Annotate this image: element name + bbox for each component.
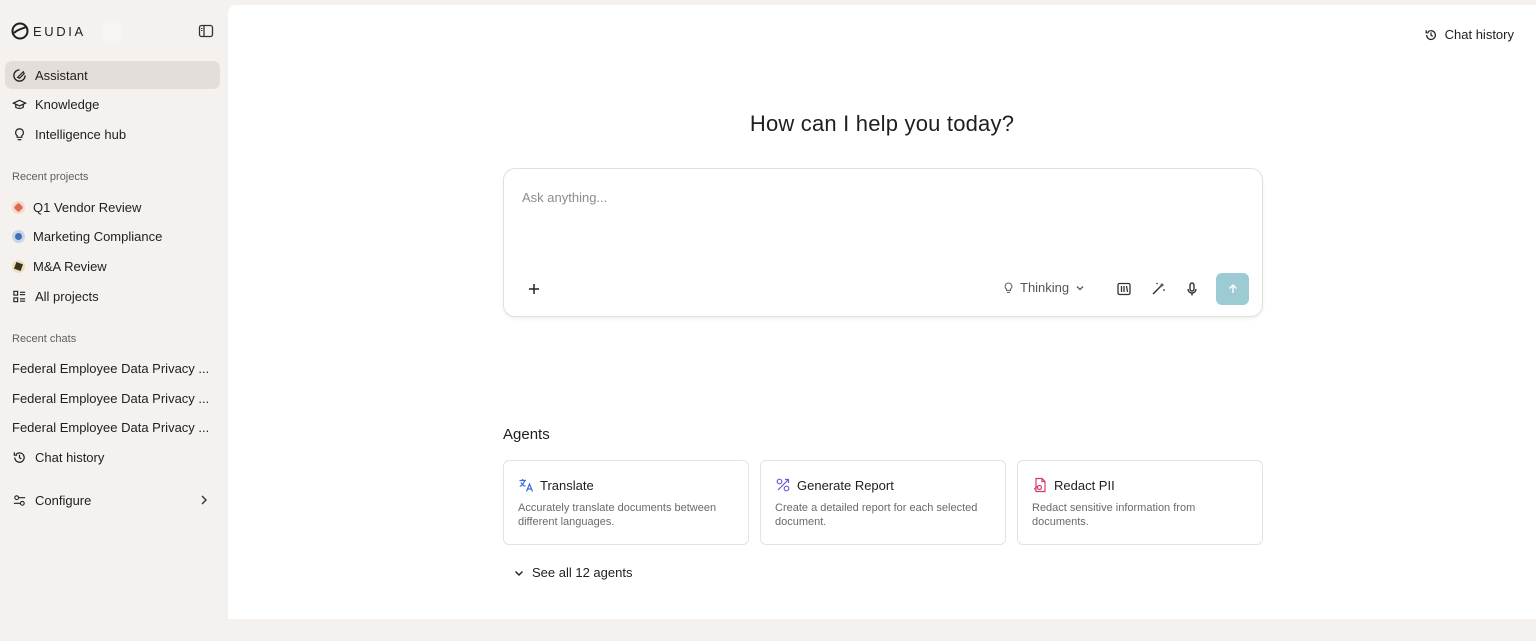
history-icon bbox=[13, 451, 25, 463]
brand-row: EUDIA bbox=[11, 20, 217, 44]
see-all-agents-label: See all 12 agents bbox=[532, 565, 633, 580]
main-panel: Chat history How can I help you today? T… bbox=[228, 5, 1536, 619]
agent-card-translate[interactable]: Translate Accurately translate documents… bbox=[503, 460, 749, 545]
project-label: Q1 Vendor Review bbox=[33, 199, 142, 215]
chat-history-button-label: Chat history bbox=[1444, 27, 1514, 42]
sidebar: EUDIA Assistant Knowledge Intelligence h… bbox=[0, 0, 228, 641]
agent-card-redact-pii[interactable]: Redact PII Redact sensitive information … bbox=[1017, 460, 1263, 545]
recent-chat-item[interactable]: Federal Employee Data Privacy ... bbox=[12, 391, 217, 406]
project-label: M&A Review bbox=[33, 258, 107, 274]
workspace-avatar[interactable] bbox=[101, 21, 123, 43]
send-button[interactable] bbox=[1216, 273, 1249, 305]
nav-item-assistant[interactable]: Assistant bbox=[5, 61, 220, 89]
magic-wand-icon[interactable] bbox=[1150, 281, 1166, 297]
chat-history-button[interactable]: Chat history bbox=[1424, 27, 1514, 42]
project-avatar bbox=[12, 229, 25, 243]
attach-plus-icon[interactable] bbox=[526, 281, 542, 297]
nav-item-knowledge[interactable]: Knowledge bbox=[5, 90, 220, 118]
all-projects-link[interactable]: All projects bbox=[5, 282, 220, 310]
eudia-logo-icon bbox=[11, 22, 29, 40]
thinking-mode-dropdown[interactable]: Thinking bbox=[1002, 280, 1086, 295]
translate-icon bbox=[519, 479, 534, 492]
configure-item[interactable]: Configure bbox=[5, 486, 220, 514]
recent-chats-heading: Recent chats bbox=[12, 333, 77, 345]
microphone-icon[interactable] bbox=[1184, 281, 1200, 297]
library-icon[interactable] bbox=[1116, 281, 1132, 297]
project-item-ma-review[interactable]: M&A Review bbox=[5, 252, 220, 280]
project-item-q1-vendor-review[interactable]: Q1 Vendor Review bbox=[5, 193, 220, 221]
redact-icon bbox=[1033, 477, 1046, 493]
chevron-right-icon bbox=[201, 495, 207, 505]
project-item-marketing-compliance[interactable]: Marketing Compliance bbox=[5, 222, 220, 250]
composer: Thinking bbox=[503, 168, 1263, 317]
agent-description: Create a detailed report for each select… bbox=[775, 502, 978, 528]
prompt-input[interactable] bbox=[522, 187, 1222, 207]
arrow-up-icon bbox=[1228, 284, 1237, 293]
nav-item-label: Knowledge bbox=[35, 96, 100, 112]
project-label: Marketing Compliance bbox=[33, 228, 163, 244]
recent-projects-heading: Recent projects bbox=[12, 171, 89, 183]
nav-item-intelligence-hub[interactable]: Intelligence hub bbox=[5, 120, 220, 148]
nav-item-label: Intelligence hub bbox=[35, 126, 127, 142]
settings-sliders-icon bbox=[13, 494, 26, 506]
project-avatar bbox=[12, 200, 25, 214]
agent-title: Generate Report bbox=[797, 478, 894, 493]
app-window: EUDIA Assistant Knowledge Intelligence h… bbox=[0, 0, 1536, 641]
project-avatar bbox=[12, 259, 25, 273]
sidebar-chat-history-link[interactable]: Chat history bbox=[5, 443, 220, 471]
agent-description: Accurately translate documents between d… bbox=[518, 502, 717, 528]
agent-title: Translate bbox=[540, 478, 594, 493]
agent-card-generate-report[interactable]: Generate Report Create a detailed report… bbox=[760, 460, 1006, 545]
lightbulb-icon bbox=[15, 127, 24, 140]
greeting-title: How can I help you today? bbox=[749, 111, 1015, 136]
configure-label: Configure bbox=[35, 492, 92, 508]
grid-list-icon bbox=[13, 290, 26, 302]
agent-title: Redact PII bbox=[1054, 478, 1115, 493]
chevron-down-icon bbox=[515, 570, 523, 576]
agents-heading: Agents bbox=[503, 426, 550, 443]
recent-chat-item[interactable]: Federal Employee Data Privacy ... bbox=[12, 361, 217, 376]
sidebar-toggle-icon[interactable] bbox=[198, 23, 214, 39]
agent-description: Redact sensitive information from docume… bbox=[1032, 502, 1196, 528]
see-all-agents-button[interactable]: See all 12 agents bbox=[513, 565, 632, 580]
history-icon bbox=[1425, 29, 1436, 40]
lightbulb-icon bbox=[1004, 282, 1013, 293]
brand-name: EUDIA bbox=[33, 24, 86, 39]
assistant-icon bbox=[13, 68, 26, 82]
report-icon bbox=[776, 478, 790, 492]
thinking-mode-label: Thinking bbox=[1020, 280, 1070, 295]
graduation-cap-icon bbox=[12, 99, 27, 109]
recent-chat-item[interactable]: Federal Employee Data Privacy ... bbox=[12, 420, 217, 435]
all-projects-label: All projects bbox=[35, 288, 99, 304]
nav-item-label: Assistant bbox=[35, 67, 88, 83]
chat-history-label: Chat history bbox=[35, 449, 105, 465]
chevron-down-icon bbox=[1076, 285, 1084, 290]
